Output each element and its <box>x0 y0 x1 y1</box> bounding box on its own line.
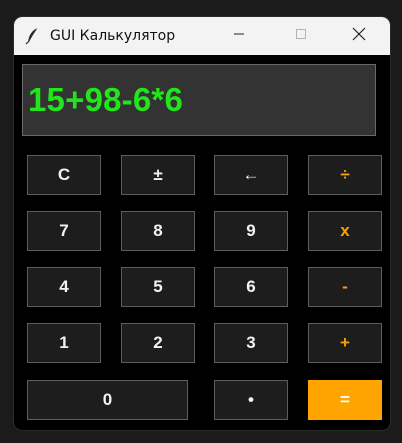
digit-2-button[interactable]: 2 <box>121 323 195 363</box>
digit-7-button[interactable]: 7 <box>27 211 101 251</box>
equals-button[interactable]: = <box>308 380 382 420</box>
digit-3-button[interactable]: 3 <box>214 323 288 363</box>
minimize-button[interactable] <box>216 17 262 55</box>
digit-8-button[interactable]: 8 <box>121 211 195 251</box>
plus-minus-button[interactable]: ± <box>121 155 195 195</box>
backspace-button[interactable]: ← <box>214 155 288 195</box>
close-button[interactable] <box>336 17 382 55</box>
maximize-icon <box>295 27 307 45</box>
calculator-window: GUI Калькулятор 15+98-6*6 C ± ← ÷ 7 8 9 … <box>14 17 390 430</box>
divide-button[interactable]: ÷ <box>308 155 382 195</box>
digit-6-button[interactable]: 6 <box>214 267 288 307</box>
multiply-button[interactable]: x <box>308 211 382 251</box>
digit-9-button[interactable]: 9 <box>214 211 288 251</box>
digit-4-button[interactable]: 4 <box>27 267 101 307</box>
add-button[interactable]: + <box>308 323 382 363</box>
window-title: GUI Калькулятор <box>50 28 176 44</box>
maximize-button[interactable] <box>278 17 324 55</box>
calculator-display: 15+98-6*6 <box>22 64 376 136</box>
subtract-button[interactable]: - <box>308 267 382 307</box>
title-bar[interactable]: GUI Калькулятор <box>14 17 390 55</box>
digit-0-button[interactable]: 0 <box>27 380 188 420</box>
clear-button[interactable]: C <box>27 155 101 195</box>
close-icon <box>352 27 366 46</box>
digit-1-button[interactable]: 1 <box>27 323 101 363</box>
digit-5-button[interactable]: 5 <box>121 267 195 307</box>
decimal-button[interactable]: • <box>214 380 288 420</box>
feather-icon <box>25 27 41 45</box>
display-value: 15+98-6*6 <box>28 81 184 118</box>
minimize-icon <box>233 27 245 45</box>
